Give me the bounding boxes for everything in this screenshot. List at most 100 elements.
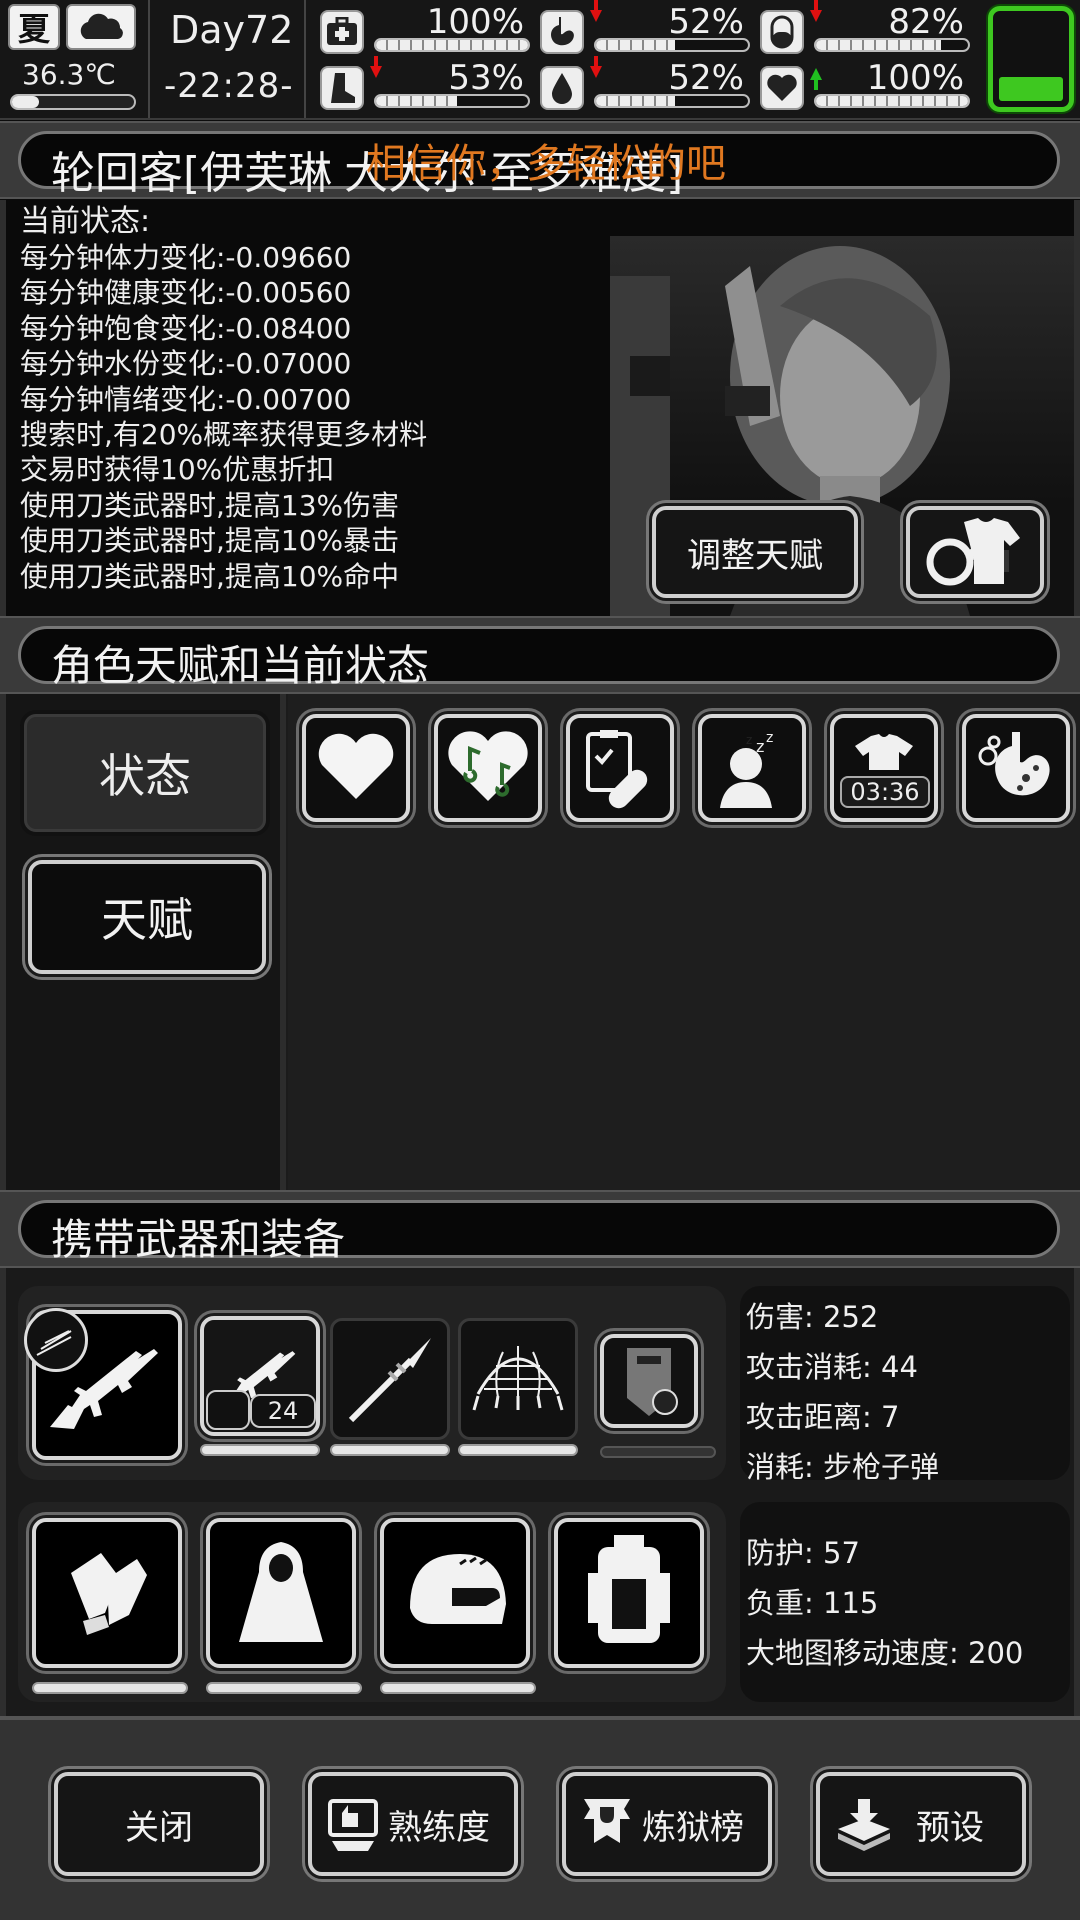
change-outfit-button[interactable] — [906, 506, 1044, 598]
status-line: 每分钟水份变化:-0.07000 — [20, 347, 352, 381]
stat-stamina: 53% — [320, 56, 530, 116]
water-drop-icon — [540, 66, 584, 110]
stat-health: 100% — [320, 2, 530, 60]
stat-value: 52% — [668, 58, 744, 98]
weapon-stat-cost: 攻击消耗: 44 — [746, 1350, 918, 1384]
stat-thirst: 52% — [540, 56, 750, 116]
durability-bar-empty — [600, 1446, 716, 1458]
cloak-icon — [239, 1542, 323, 1642]
character-header: 轮回客[伊芙琳 大大尔·至罗难度] 相信你，多轻松的吧 — [0, 121, 1080, 199]
trend-down-icon — [370, 56, 382, 78]
weapon-stat-range: 攻击距离: 7 — [746, 1400, 900, 1434]
pill-icon — [760, 10, 804, 54]
ammo-count: 24 — [250, 1394, 316, 1428]
clock: -22:28- — [164, 66, 294, 106]
status-line: 交易时获得10%优惠折扣 — [20, 453, 335, 487]
stat-value: 100% — [426, 2, 524, 42]
armor-slot-cloak[interactable] — [206, 1518, 356, 1668]
weapon-slot-rifle[interactable]: 24 — [200, 1316, 320, 1436]
status-heading: 当前状态: — [20, 204, 151, 239]
purgatory-ranking-label: 炼狱榜 — [642, 1807, 744, 1848]
ammo-icon — [206, 1390, 250, 1430]
trend-down-icon — [810, 0, 822, 22]
durability-bar — [380, 1682, 536, 1694]
trend-up-icon — [810, 68, 822, 90]
footer-bar: 关闭 熟练度 炼狱榜 预设 — [0, 1716, 1080, 1920]
stat-value: 82% — [888, 2, 964, 42]
stat-hunger: 52% — [540, 0, 750, 60]
status-line: 搜索时,有20%概率获得更多材料 — [20, 418, 428, 452]
spear-icon — [348, 1338, 431, 1423]
armor-slot-backpack[interactable] — [554, 1518, 704, 1668]
status-line: 每分钟健康变化:-0.00560 — [20, 276, 352, 310]
stat-value: 100% — [866, 58, 964, 98]
adjust-talent-button[interactable]: 调整天赋 — [652, 506, 858, 598]
preset-button[interactable]: 预设 — [816, 1772, 1026, 1876]
status-effect-clothing-timer[interactable]: 03:36 — [830, 714, 938, 822]
status-line: 每分钟体力变化:-0.09660 — [20, 241, 352, 274]
backpack-icon — [588, 1535, 670, 1643]
status-line: 使用刀类武器时,提高13%伤害 — [20, 488, 400, 522]
armor-slot-helmet[interactable] — [380, 1518, 530, 1668]
character-panel: 当前状态: 每分钟体力变化:-0.09660 每分钟健康变化:-0.00560 … — [0, 200, 1080, 616]
first-aid-icon — [320, 10, 364, 54]
status-line: 使用刀类武器时,提高10%命中 — [20, 559, 400, 593]
status-effect-heart[interactable] — [302, 714, 410, 822]
durability-bar — [458, 1444, 578, 1456]
net-icon — [472, 1346, 564, 1411]
riot-shield-icon — [627, 1348, 678, 1416]
stomach-icon — [540, 10, 584, 54]
equipment-header: 携带武器和装备 — [0, 1190, 1080, 1268]
weapon-slot-shield[interactable] — [600, 1334, 698, 1428]
status-effect-medical[interactable] — [566, 714, 674, 822]
talents-header-title: 角色天赋和当前状态 — [51, 641, 430, 690]
status-line: 使用刀类武器时,提高10%暴击 — [20, 524, 400, 558]
armor-slot-gloves[interactable] — [32, 1518, 182, 1668]
tab-status[interactable]: 状态 — [24, 714, 266, 832]
clipboard-bandage-icon — [586, 730, 648, 809]
boot-icon — [320, 66, 364, 110]
svg-text:z: z — [746, 733, 752, 747]
armor-stat-speed: 大地图移动速度: 200 — [746, 1636, 1024, 1670]
equipment-header-title: 携带武器和装备 — [51, 1215, 346, 1264]
firing-mode-icon[interactable] — [24, 1308, 88, 1372]
svg-text:z: z — [756, 737, 764, 756]
talents-header: 角色天赋和当前状态 — [0, 616, 1080, 694]
effect-timer: 03:36 — [840, 776, 930, 808]
stat-value: 52% — [668, 2, 744, 42]
weapon-slot-spear[interactable] — [330, 1318, 450, 1440]
proficiency-icon — [328, 1799, 378, 1851]
weapon-stat-ammo: 消耗: 步枪子弹 — [746, 1450, 939, 1484]
proficiency-button[interactable]: 熟练度 — [308, 1772, 518, 1876]
helmet-icon — [410, 1554, 506, 1624]
purgatory-ranking-button[interactable]: 炼狱榜 — [562, 1772, 772, 1876]
status-line: 每分钟情绪变化:-0.00700 — [20, 382, 352, 416]
stat-value: 53% — [448, 58, 524, 98]
preset-label: 预设 — [916, 1807, 984, 1848]
durability-bar — [206, 1682, 362, 1694]
weapon-stats: 伤害: 252 攻击消耗: 44 攻击距离: 7 消耗: 步枪子弹 — [740, 1286, 1070, 1484]
season-badge: 夏 — [8, 4, 60, 50]
stat-sanity: 82% — [760, 0, 970, 60]
svg-text:z: z — [766, 730, 773, 746]
stomach-sick-icon — [978, 732, 1050, 796]
talents-panel: 状态 天赋 zzz 03:36 — [0, 694, 1080, 1190]
shirt-icon — [855, 734, 913, 770]
trend-down-icon — [590, 0, 602, 22]
equipment-panel: 24 伤害: 252 攻击消耗: 44 攻击距离: 7 消耗: 步枪子弹 防护:… — [0, 1268, 1080, 1716]
day-counter: Day72 — [170, 8, 294, 52]
close-button[interactable]: 关闭 — [54, 1772, 264, 1876]
tab-talent[interactable]: 天赋 — [28, 860, 266, 974]
energy-battery[interactable] — [988, 6, 1074, 112]
music-heart-icon — [448, 731, 528, 801]
weapon-slot-net[interactable] — [458, 1318, 578, 1440]
durability-bar — [32, 1682, 188, 1694]
status-effect-music[interactable] — [434, 714, 542, 822]
status-effect-nausea[interactable] — [962, 714, 1070, 822]
temperature: 36.3℃ — [22, 58, 116, 91]
gloves-icon — [71, 1553, 147, 1635]
status-effect-sleep[interactable]: zzz — [698, 714, 806, 822]
armor-stat-capacity: 负重: 115 — [746, 1586, 879, 1620]
armor-stats: 防护: 57 负重: 115 大地图移动速度: 200 — [740, 1502, 1070, 1702]
status-line: 每分钟饱食变化:-0.08400 — [20, 311, 352, 345]
